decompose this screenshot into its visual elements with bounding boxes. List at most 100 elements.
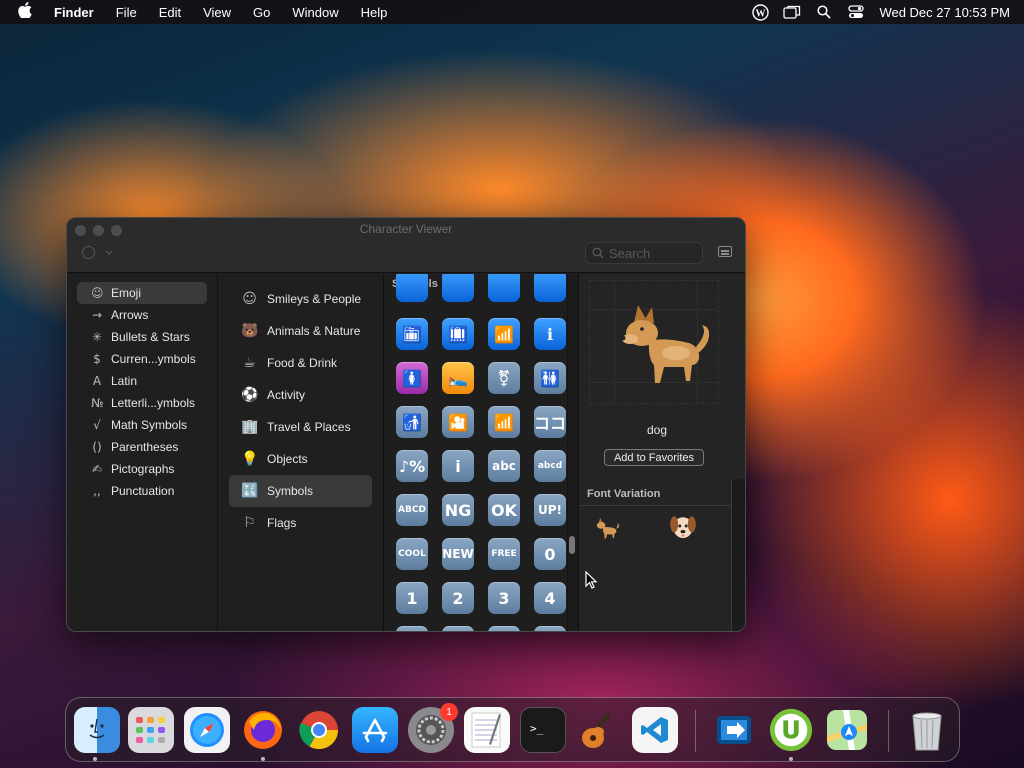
symbol-tile[interactable]: ココ	[534, 406, 566, 438]
menu-file[interactable]: File	[105, 5, 148, 20]
grid-scrollbar-thumb[interactable]	[569, 536, 575, 554]
smiley-icon: ☺	[242, 291, 257, 307]
symbol-tile-clipped[interactable]	[396, 274, 428, 302]
wordpress-icon[interactable]: W	[751, 3, 769, 21]
trash-icon[interactable]	[904, 707, 950, 753]
window-titlebar[interactable]: Character Viewer	[67, 218, 745, 273]
menubar-clock[interactable]: Wed Dec 27 10:53 PM	[879, 5, 1010, 20]
firefox-icon[interactable]	[240, 707, 286, 753]
subcategory-label: Flags	[267, 516, 297, 530]
category-emoji[interactable]: ☺ Emoji	[77, 282, 207, 304]
menu-app-finder[interactable]: Finder	[50, 5, 105, 20]
symbol-tile[interactable]: 🎦	[442, 406, 474, 438]
menu-window[interactable]: Window	[281, 5, 349, 20]
symbol-tile[interactable]: NG	[442, 494, 474, 526]
menu-edit[interactable]: Edit	[148, 5, 192, 20]
symbol-tile[interactable]: 🚮	[396, 406, 428, 438]
category-pictographs[interactable]: ✍ Pictographs	[77, 458, 207, 480]
symbol-tile[interactable]: COOL	[396, 538, 428, 570]
symbol-tile[interactable]: 🛅	[396, 318, 428, 350]
menu-help[interactable]: Help	[350, 5, 399, 20]
symbol-tile[interactable]: ABCD	[396, 494, 428, 526]
symbol-tile[interactable]: ♪%	[396, 450, 428, 482]
subcategory-food-drink[interactable]: ☕ Food & Drink	[229, 347, 372, 379]
subcategory-activity[interactable]: ⚽ Activity	[229, 379, 372, 411]
smiley-icon	[82, 246, 95, 259]
utorrent-icon[interactable]	[768, 707, 814, 753]
launchpad-icon[interactable]	[128, 707, 174, 753]
dog-variation-face-icon[interactable]	[667, 510, 699, 542]
subcategory-symbols[interactable]: 🔣 Symbols	[229, 475, 372, 507]
finder-icon[interactable]	[74, 707, 120, 753]
symbol-tile[interactable]: 📶	[488, 406, 520, 438]
screen-mirroring-icon[interactable]	[783, 4, 801, 20]
font-variation-scroll[interactable]	[731, 479, 745, 631]
category-label: Curren...ymbols	[111, 352, 196, 366]
symbol-tile[interactable]: ⚧	[488, 362, 520, 394]
symbol-tile-clipped[interactable]	[396, 626, 428, 631]
category-latin[interactable]: A Latin	[77, 370, 207, 392]
search-input[interactable]	[609, 245, 699, 261]
grid-scroll-track[interactable]	[567, 274, 578, 631]
subcategory-smileys-people[interactable]: ☺ Smileys & People	[229, 283, 372, 315]
collapse-view-icon[interactable]	[718, 246, 732, 257]
spotlight-search-icon[interactable]	[815, 4, 833, 20]
symbol-tile[interactable]: 2	[442, 582, 474, 614]
maps-icon[interactable]	[824, 707, 870, 753]
symbol-tile[interactable]: 4	[534, 582, 566, 614]
symbol-tile[interactable]: 🚻	[534, 362, 566, 394]
symbol-tile-clipped[interactable]	[488, 626, 520, 631]
textedit-icon[interactable]	[464, 707, 510, 753]
subcategory-flags[interactable]: ⚐ Flags	[229, 507, 372, 539]
symbol-tile-clipped[interactable]	[488, 274, 520, 302]
symbol-tile[interactable]: 🛄	[442, 318, 474, 350]
vscode-icon[interactable]	[632, 707, 678, 753]
emoji-menu-button[interactable]	[82, 246, 113, 259]
category-curren-ymbols[interactable]: $ Curren...ymbols	[77, 348, 207, 370]
menu-view[interactable]: View	[192, 5, 242, 20]
symbol-tile[interactable]: i	[442, 450, 474, 482]
app-store-icon[interactable]	[352, 707, 398, 753]
symbol-tile[interactable]: FREE	[488, 538, 520, 570]
category-bullets-stars[interactable]: ✳ Bullets & Stars	[77, 326, 207, 348]
symbol-tile[interactable]: ℹ	[534, 318, 566, 350]
symbol-tile[interactable]: abc	[488, 450, 520, 482]
menu-go[interactable]: Go	[242, 5, 281, 20]
category-arrows[interactable]: → Arrows	[77, 304, 207, 326]
subcategory-travel-places[interactable]: 🏢 Travel & Places	[229, 411, 372, 443]
search-field[interactable]	[585, 242, 703, 264]
symbol-tile[interactable]: UP!	[534, 494, 566, 526]
symbol-tile[interactable]: OK	[488, 494, 520, 526]
symbol-tile-clipped[interactable]	[534, 626, 566, 631]
symbol-tile[interactable]: abcd	[534, 450, 566, 482]
safari-icon[interactable]	[184, 707, 230, 753]
category-letterli-ymbols[interactable]: № Letterli...ymbols	[77, 392, 207, 414]
garageband-icon[interactable]	[576, 707, 622, 753]
symbol-tile-clipped[interactable]	[534, 274, 566, 302]
category-punctuation[interactable]: ,, Punctuation	[77, 480, 207, 502]
symbol-tile[interactable]: NEW	[442, 538, 474, 570]
dog-variation-standing-icon[interactable]	[591, 512, 623, 544]
category-parentheses[interactable]: () Parentheses	[77, 436, 207, 458]
finder-running-indicator	[93, 757, 97, 761]
symbol-tile[interactable]: 3	[488, 582, 520, 614]
add-to-favorites-button[interactable]: Add to Favorites	[604, 449, 704, 466]
apple-menu-icon[interactable]	[0, 2, 50, 22]
subcategory-objects[interactable]: 💡 Objects	[229, 443, 372, 475]
symbol-tile[interactable]: 1	[396, 582, 428, 614]
control-center-icon[interactable]	[847, 4, 865, 20]
terminal-icon[interactable]: >_	[520, 707, 566, 753]
migration-assistant-icon[interactable]	[712, 707, 758, 753]
symbol-tile[interactable]: 🛌	[442, 362, 474, 394]
category-label: Parentheses	[111, 440, 179, 454]
subcategory-animals-nature[interactable]: 🐻 Animals & Nature	[229, 315, 372, 347]
category-math-symbols[interactable]: √ Math Symbols	[77, 414, 207, 436]
symbol-tile[interactable]: 🚺	[396, 362, 428, 394]
symbol-tile[interactable]: 0	[534, 538, 566, 570]
symbol-tile[interactable]: 📶	[488, 318, 520, 350]
chrome-icon[interactable]	[296, 707, 342, 753]
system-settings-icon[interactable]: 1	[408, 703, 458, 753]
symbol-tile-clipped[interactable]	[442, 626, 474, 631]
symbol-tile-clipped[interactable]	[442, 274, 474, 302]
parentheses-icon: ()	[92, 440, 102, 454]
